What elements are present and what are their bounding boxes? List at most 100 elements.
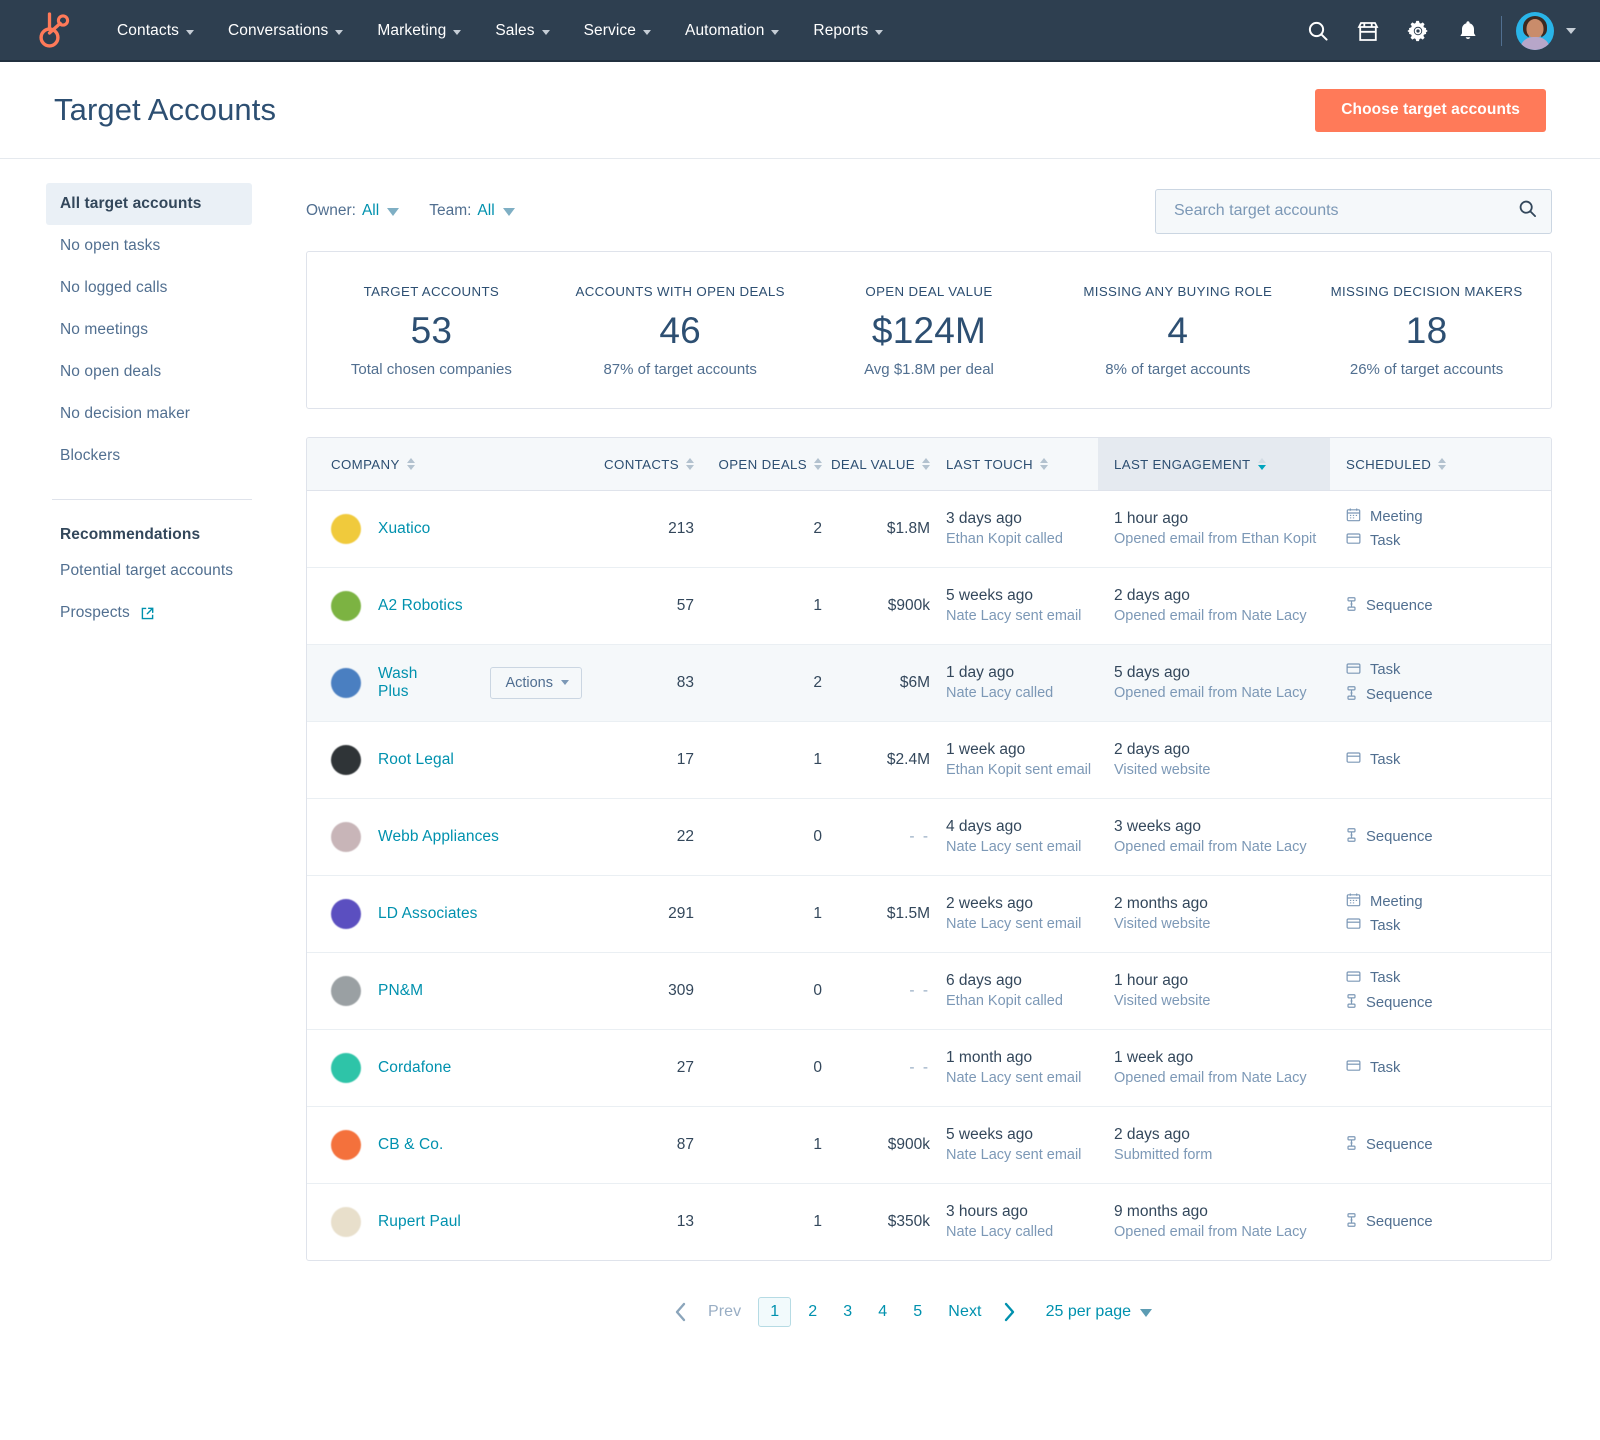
hubspot-sprocket-logo[interactable] <box>34 11 74 51</box>
company-name-link[interactable]: PN&M <box>378 982 423 1000</box>
row-actions-button[interactable]: Actions <box>490 667 582 699</box>
table-row[interactable]: CB & Co. 87 1 $900k 5 weeks ago Nate Lac… <box>307 1106 1551 1183</box>
pagination-page-1[interactable]: 1 <box>758 1297 791 1327</box>
scheduled-item[interactable]: Task <box>1346 531 1551 550</box>
sort-descending-icon[interactable] <box>1258 458 1266 470</box>
team-filter[interactable]: Team: All <box>429 202 514 220</box>
company-name-link[interactable]: LD Associates <box>378 905 478 923</box>
marketplace-icon[interactable] <box>1343 7 1393 55</box>
chevron-right-icon[interactable] <box>995 1301 1024 1323</box>
per-page-selector[interactable]: 25 per page <box>1046 1303 1152 1321</box>
scheduled-label: Sequence <box>1366 995 1433 1011</box>
sort-toggle-icon[interactable] <box>407 458 415 470</box>
table-row[interactable]: A2 Robotics 57 1 $900k 5 weeks ago Nate … <box>307 567 1551 644</box>
table-row[interactable]: Xuatico 213 2 $1.8M 3 days ago Ethan Kop… <box>307 490 1551 567</box>
last-touch-time: 4 days ago <box>946 818 1098 836</box>
table-row[interactable]: Rupert Paul 13 1 $350k 3 hours ago Nate … <box>307 1183 1551 1260</box>
company-name-link[interactable]: Cordafone <box>378 1059 451 1077</box>
scheduled-item[interactable]: Meeting <box>1346 507 1551 526</box>
company-name-link[interactable]: Wash Plus <box>378 665 451 701</box>
column-header-company[interactable]: COMPANY <box>307 438 582 490</box>
scheduled-item[interactable]: Task <box>1346 1058 1551 1077</box>
scheduled-item[interactable]: Sequence <box>1346 685 1551 705</box>
table-row[interactable]: LD Associates 291 1 $1.5M 2 weeks ago Na… <box>307 875 1551 952</box>
table-row[interactable]: Webb Appliances 22 0 - - 4 days ago Nate… <box>307 798 1551 875</box>
company-logo-avatar <box>331 822 361 852</box>
cell-deal-value: $350k <box>822 1183 930 1260</box>
pagination-page-2[interactable]: 2 <box>795 1297 830 1327</box>
last-touch-detail: Nate Lacy sent email <box>946 839 1098 855</box>
pagination-page-3[interactable]: 3 <box>830 1297 865 1327</box>
nav-item-automation[interactable]: Automation <box>668 14 796 48</box>
sort-toggle-icon[interactable] <box>922 458 930 470</box>
choose-target-accounts-button[interactable]: Choose target accounts <box>1315 89 1546 132</box>
company-name-link[interactable]: Root Legal <box>378 751 454 769</box>
pagination-prev[interactable]: Prev <box>695 1297 754 1327</box>
sort-toggle-icon[interactable] <box>1040 458 1048 470</box>
account-menu[interactable] <box>1516 12 1576 50</box>
pagination-next[interactable]: Next <box>935 1297 994 1327</box>
sidebar-item-all-target-accounts[interactable]: All target accounts <box>46 183 252 225</box>
sidebar-item-no-decision-maker[interactable]: No decision maker <box>46 393 252 435</box>
nav-item-marketing[interactable]: Marketing <box>360 14 478 48</box>
scheduled-item[interactable]: Task <box>1346 969 1551 988</box>
search-icon[interactable] <box>1518 199 1537 223</box>
sidebar-item-label: No open deals <box>60 363 161 381</box>
sidebar-item-no-logged-calls[interactable]: No logged calls <box>46 267 252 309</box>
nav-item-conversations[interactable]: Conversations <box>211 14 360 48</box>
scheduled-item[interactable]: Task <box>1346 916 1551 935</box>
sort-toggle-icon[interactable] <box>814 458 822 470</box>
scheduled-item[interactable]: Sequence <box>1346 993 1551 1013</box>
nav-item-service[interactable]: Service <box>567 14 668 48</box>
column-header-last-engagement[interactable]: LAST ENGAGEMENT <box>1098 438 1330 490</box>
column-header-scheduled[interactable]: SCHEDULED <box>1330 438 1551 490</box>
chevron-left-icon[interactable] <box>666 1301 695 1323</box>
search-target-accounts[interactable] <box>1155 189 1552 234</box>
company-name-link[interactable]: Rupert Paul <box>378 1213 461 1231</box>
owner-filter[interactable]: Owner: All <box>306 202 399 220</box>
scheduled-item[interactable]: Task <box>1346 750 1551 769</box>
sidebar-item-prospects[interactable]: Prospects <box>46 592 252 634</box>
sidebar-item-potential-target-accounts[interactable]: Potential target accounts <box>46 550 252 592</box>
scheduled-item[interactable]: Meeting <box>1346 892 1551 911</box>
sidebar-item-no-open-tasks[interactable]: No open tasks <box>46 225 252 267</box>
sidebar-item-blockers[interactable]: Blockers <box>46 435 252 477</box>
pagination-page-4[interactable]: 4 <box>865 1297 900 1327</box>
scheduled-item[interactable]: Sequence <box>1346 1135 1551 1155</box>
company-name-link[interactable]: A2 Robotics <box>378 597 463 615</box>
sort-toggle-icon[interactable] <box>1438 458 1446 470</box>
column-header-deal-value[interactable]: DEAL VALUE <box>822 438 930 490</box>
nav-item-reports[interactable]: Reports <box>796 14 900 48</box>
search-input[interactable] <box>1172 201 1518 221</box>
table-row[interactable]: Cordafone 27 0 - - 1 month ago Nate Lacy… <box>307 1029 1551 1106</box>
notifications-bell-icon[interactable] <box>1443 7 1493 55</box>
column-header-open-deals[interactable]: OPEN DEALS <box>694 438 822 490</box>
scheduled-item[interactable]: Sequence <box>1346 596 1551 616</box>
column-header-contacts[interactable]: CONTACTS <box>582 438 694 490</box>
table-row[interactable]: Wash Plus Actions 83 2 $6M 1 day ago Nat… <box>307 644 1551 721</box>
gear-icon[interactable] <box>1393 7 1443 55</box>
nav-item-contacts[interactable]: Contacts <box>100 14 211 48</box>
cell-last-engagement: 3 weeks ago Opened email from Nate Lacy <box>1098 798 1330 875</box>
scheduled-item[interactable]: Task <box>1346 661 1551 680</box>
company-name-link[interactable]: Webb Appliances <box>378 828 499 846</box>
scheduled-item[interactable]: Sequence <box>1346 1212 1551 1232</box>
search-icon[interactable] <box>1293 7 1343 55</box>
cell-last-touch: 1 month ago Nate Lacy sent email <box>930 1029 1098 1106</box>
column-label: LAST ENGAGEMENT <box>1114 457 1251 472</box>
scheduled-item[interactable]: Sequence <box>1346 827 1551 847</box>
table-row[interactable]: PN&M 309 0 - - 6 days ago Ethan Kopit ca… <box>307 952 1551 1029</box>
company-name-link[interactable]: Xuatico <box>378 520 430 538</box>
company-name-link[interactable]: CB & Co. <box>378 1136 443 1154</box>
pagination-page-5[interactable]: 5 <box>900 1297 935 1327</box>
cell-scheduled: Meeting Task <box>1330 875 1551 952</box>
sort-toggle-icon[interactable] <box>686 458 694 470</box>
chevron-down-icon[interactable] <box>1566 28 1576 34</box>
sidebar-item-no-open-deals[interactable]: No open deals <box>46 351 252 393</box>
nav-item-sales[interactable]: Sales <box>478 14 566 48</box>
page-title: Target Accounts <box>54 92 276 128</box>
avatar[interactable] <box>1516 12 1554 50</box>
sidebar-item-no-meetings[interactable]: No meetings <box>46 309 252 351</box>
column-header-last-touch[interactable]: LAST TOUCH <box>930 438 1098 490</box>
table-row[interactable]: Root Legal 17 1 $2.4M 1 week ago Ethan K… <box>307 721 1551 798</box>
